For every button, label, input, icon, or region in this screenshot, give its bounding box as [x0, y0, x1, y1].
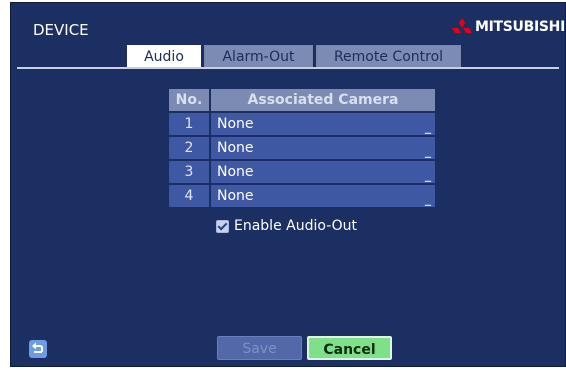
- camera-value: None: [217, 164, 254, 180]
- page-title: DEVICE: [33, 21, 89, 39]
- enable-audio-out-option[interactable]: Enable Audio-Out: [216, 218, 357, 234]
- device-panel: DEVICE MITSUBISHI Audio Alarm-Out Remote…: [10, 2, 566, 367]
- brand-logo: MITSUBISHI: [451, 15, 565, 39]
- table-header-row: No. Associated Camera: [169, 89, 435, 111]
- table-row: 1 None ▁: [169, 113, 435, 135]
- camera-value: None: [217, 116, 254, 132]
- cancel-button[interactable]: Cancel: [307, 336, 392, 360]
- chevron-down-icon: ▁: [424, 173, 431, 182]
- tab-audio[interactable]: Audio: [127, 45, 201, 67]
- table-row: 2 None ▁: [169, 137, 435, 159]
- column-header-camera: Associated Camera: [211, 89, 435, 111]
- tab-bar: Audio Alarm-Out Remote Control: [127, 45, 461, 67]
- camera-dropdown[interactable]: None ▁: [211, 113, 435, 135]
- camera-dropdown[interactable]: None ▁: [211, 161, 435, 183]
- tab-remote-control[interactable]: Remote Control: [316, 45, 461, 67]
- row-number: 4: [169, 185, 211, 207]
- back-icon: [32, 342, 43, 353]
- table-row: 4 None ▁: [169, 185, 435, 207]
- column-header-no: No.: [169, 89, 211, 111]
- tab-underline: [17, 67, 559, 69]
- camera-value: None: [217, 188, 254, 204]
- back-button[interactable]: [29, 340, 47, 358]
- camera-value: None: [217, 140, 254, 156]
- camera-dropdown[interactable]: None ▁: [211, 137, 435, 159]
- row-number: 2: [169, 137, 211, 159]
- save-button[interactable]: Save: [217, 336, 302, 360]
- row-number: 3: [169, 161, 211, 183]
- audio-camera-table: No. Associated Camera 1 None ▁ 2 None ▁ 3 …: [169, 87, 435, 209]
- camera-dropdown[interactable]: None ▁: [211, 185, 435, 207]
- mitsubishi-diamonds-icon: [451, 18, 472, 33]
- brand-name: MITSUBISHI: [474, 19, 565, 35]
- chevron-down-icon: ▁: [424, 149, 431, 158]
- enable-audio-out-checkbox[interactable]: [216, 219, 229, 233]
- tab-alarm-out[interactable]: Alarm-Out: [204, 45, 313, 67]
- chevron-down-icon: ▁: [424, 125, 431, 134]
- table-row: 3 None ▁: [169, 161, 435, 183]
- row-number: 1: [169, 113, 211, 135]
- chevron-down-icon: ▁: [424, 197, 431, 206]
- enable-audio-out-label: Enable Audio-Out: [234, 218, 358, 234]
- dvr-setup-window: DEVICE MITSUBISHI Audio Alarm-Out Remote…: [5, 0, 566, 370]
